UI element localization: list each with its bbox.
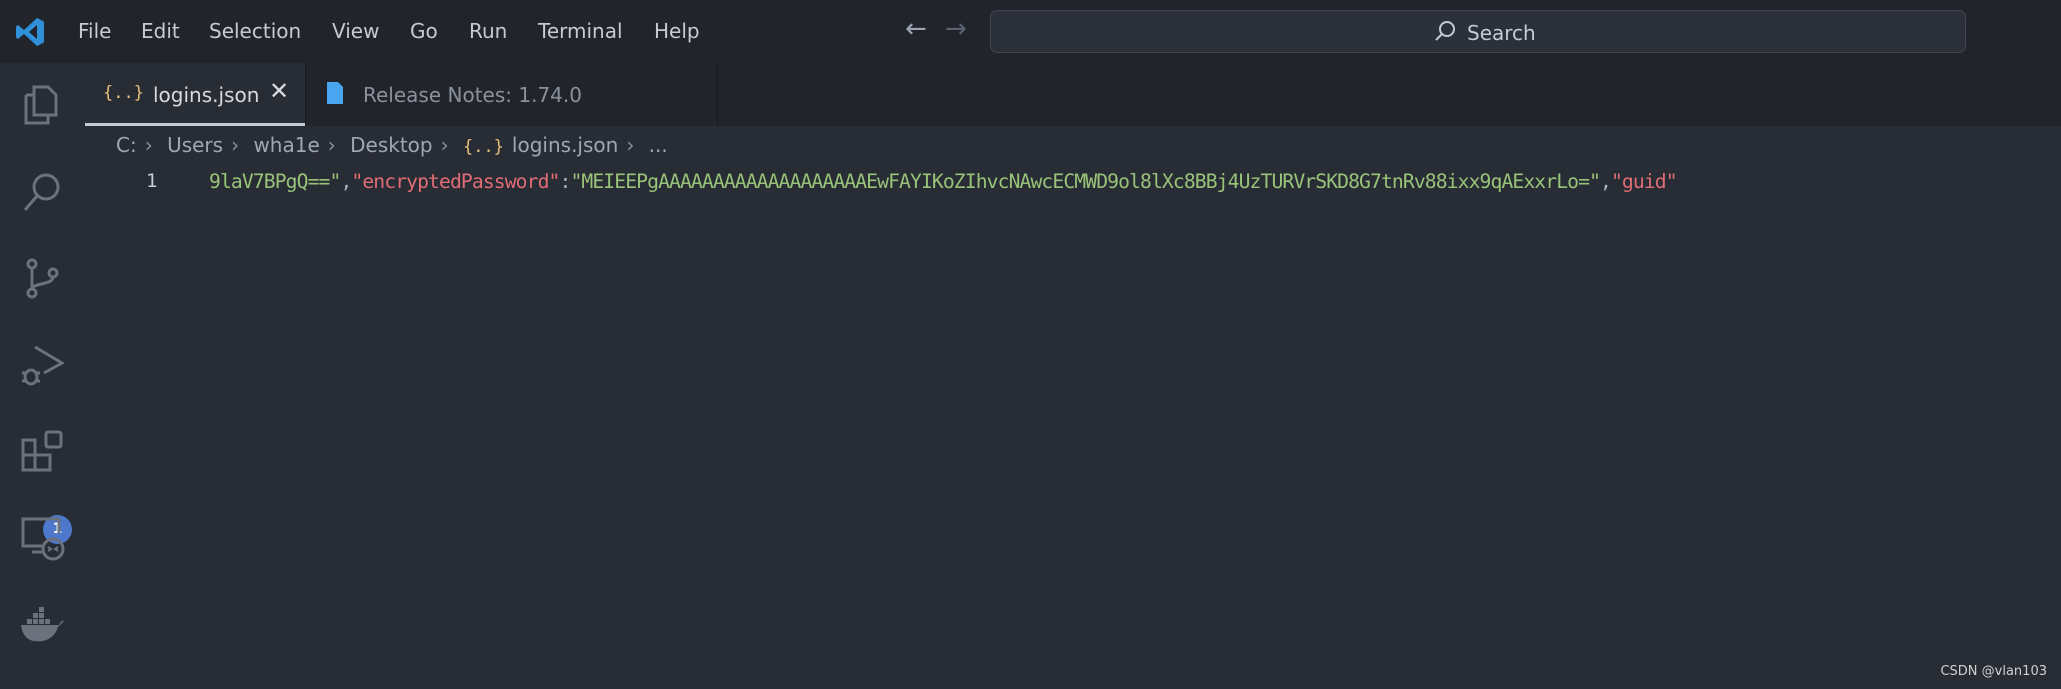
- tab-label: Release Notes: 1.74.0: [363, 83, 582, 107]
- code-token: ,: [340, 170, 352, 193]
- chevron-right-icon: ›: [144, 133, 153, 157]
- code-token: "guid": [1610, 170, 1678, 193]
- menu-terminal[interactable]: Terminal: [538, 19, 623, 43]
- activity-bar: 1: [0, 63, 85, 689]
- watermark: CSDN @vlan103: [1940, 664, 2047, 679]
- back-arrow-icon[interactable]: ←: [905, 14, 927, 44]
- json-file-icon: {..}: [462, 137, 504, 157]
- forward-arrow-icon[interactable]: →: [945, 14, 967, 44]
- extensions-icon[interactable]: [20, 430, 64, 474]
- document-icon: [327, 82, 343, 104]
- menu-selection[interactable]: Selection: [209, 19, 301, 43]
- breadcrumb: C: › Users › wha1e › Desktop › {..} logins.js…: [116, 133, 676, 157]
- line-number: 1: [146, 170, 158, 192]
- run-debug-icon[interactable]: [20, 343, 64, 387]
- tab-bar: {..} logins.json ✕ Release Notes: 1.74.0: [85, 63, 2061, 126]
- source-control-icon[interactable]: [20, 256, 64, 300]
- vscode-logo-icon: [16, 18, 44, 46]
- menu-view[interactable]: View: [332, 19, 379, 43]
- breadcrumb-item[interactable]: C:: [116, 133, 137, 157]
- code-line[interactable]: 9laV7BPgQ==","encryptedPassword":"MEIEEP…: [209, 170, 2061, 193]
- tab-label: logins.json: [153, 83, 260, 107]
- code-token: "encryptedPassword": [351, 170, 560, 193]
- menu-edit[interactable]: Edit: [141, 19, 180, 43]
- json-file-icon: {..}: [103, 83, 144, 103]
- code-token: "MEIEEPgAAAAAAAAAAAAAAAAAAAEwFAYIKoZIhvc…: [570, 170, 1601, 193]
- breadcrumb-item[interactable]: ...: [649, 133, 668, 157]
- docker-icon[interactable]: [20, 603, 64, 647]
- breadcrumb-item[interactable]: Users: [167, 133, 223, 157]
- chevron-right-icon: ›: [231, 133, 240, 157]
- remote-explorer-icon[interactable]: [20, 516, 66, 562]
- menu-help[interactable]: Help: [654, 19, 700, 43]
- search-label: Search: [1467, 21, 1536, 45]
- breadcrumb-item[interactable]: logins.json: [512, 133, 618, 157]
- tab-logins-json[interactable]: {..} logins.json ✕: [85, 63, 305, 126]
- search-icon: [1435, 21, 1455, 41]
- chevron-right-icon: ›: [327, 133, 336, 157]
- menu-file[interactable]: File: [78, 19, 111, 43]
- code-token: 9laV7BPgQ==": [209, 170, 341, 193]
- menu-run[interactable]: Run: [469, 19, 507, 43]
- chevron-right-icon: ›: [626, 133, 635, 157]
- title-bar: File Edit Selection View Go Run Terminal…: [0, 0, 2061, 63]
- code-token: ,: [1600, 170, 1612, 193]
- breadcrumb-item[interactable]: Desktop: [350, 133, 432, 157]
- menu-go[interactable]: Go: [410, 19, 438, 43]
- search-activity-icon[interactable]: [20, 170, 64, 214]
- chevron-right-icon: ›: [440, 133, 449, 157]
- tab-release-notes[interactable]: Release Notes: 1.74.0: [305, 63, 718, 126]
- command-center-search[interactable]: Search: [990, 10, 1966, 53]
- close-tab-icon[interactable]: ✕: [269, 77, 289, 105]
- breadcrumb-item[interactable]: wha1e: [253, 133, 319, 157]
- explorer-icon[interactable]: [20, 83, 64, 127]
- code-token: :: [559, 170, 572, 193]
